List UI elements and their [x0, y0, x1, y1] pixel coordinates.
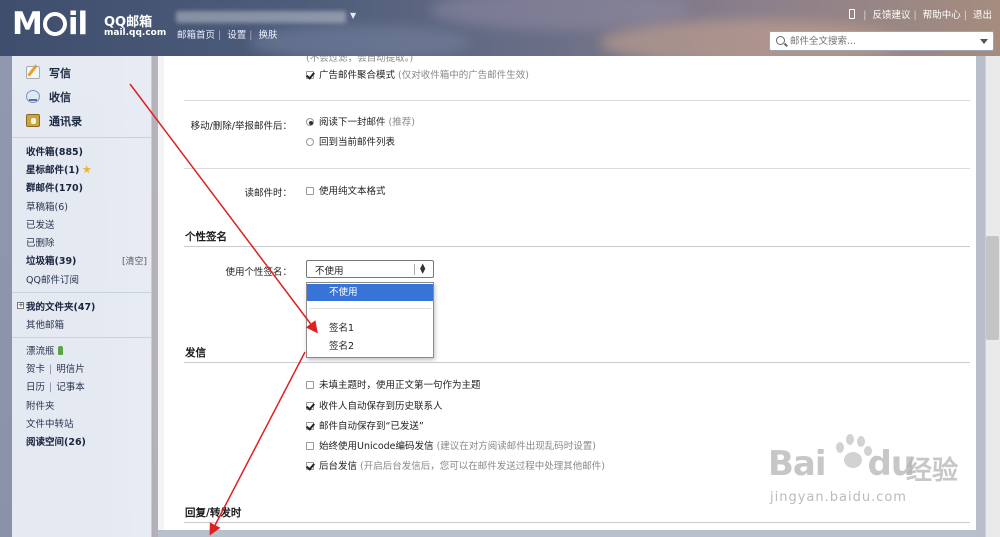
calendar-row: 日历 | 记事本 [26, 382, 85, 393]
nav-skin[interactable]: 换肤 [259, 30, 278, 41]
partial-hint: (不会过滤，会自动提取。) [306, 56, 414, 64]
baidu-watermark: Bai du 经验 jingyan.baidu.com [740, 430, 980, 520]
checkbox-subject[interactable] [306, 381, 314, 389]
radio-back-to-list[interactable] [306, 138, 314, 146]
logo-url: mail.qq.com [104, 28, 167, 38]
ad-merge-option[interactable]: 广告邮件聚合模式 (仅对收件箱中的广告邮件生效) [306, 67, 529, 81]
link-feedback[interactable]: 反馈建议 [872, 10, 910, 21]
checkbox-background[interactable] [306, 462, 314, 470]
signature-label: 使用个性签名： [225, 267, 292, 278]
watermark-bai: Bai du [768, 444, 915, 484]
signature-option-2[interactable]: 签名2 [307, 338, 433, 355]
folder-deleted[interactable]: 已删除 [26, 235, 55, 249]
read-mail-label: 读邮件时： [244, 188, 292, 199]
sidebar-divider [12, 137, 152, 138]
after-move-label: 移动/删除/举报邮件后： [190, 121, 292, 132]
link-logout[interactable]: 退出 [973, 10, 992, 21]
clear-spam-link[interactable]: [清空] [122, 254, 147, 267]
checkbox-unicode[interactable] [306, 442, 314, 450]
folder-spam[interactable]: 垃圾箱(39) [26, 253, 76, 267]
divider [184, 100, 970, 101]
header: Mil QQ邮箱 mail.qq.com ▼ 邮箱首页 | 设置 | 换肤 | 反馈… [0, 0, 1000, 56]
divider [184, 522, 970, 523]
reading-space[interactable]: 阅读空间(26) [26, 434, 86, 448]
postcard-link[interactable]: 明信片 [56, 364, 85, 375]
plain-text-option[interactable]: 使用纯文本格式 [306, 183, 386, 197]
search-icon [776, 36, 785, 45]
folder-qq-subscription[interactable]: QQ邮件订阅 [26, 272, 79, 286]
sidebar-divider [12, 337, 152, 338]
option-back-to-list[interactable]: 回到当前邮件列表 [306, 134, 395, 148]
inbox-button[interactable]: 收信 [26, 89, 71, 105]
star-icon [82, 165, 92, 174]
folder-inbox[interactable]: 收件箱(885) [26, 144, 83, 158]
nav-settings[interactable]: 设置 [227, 30, 246, 41]
contacts-button[interactable]: 通讯录 [26, 113, 82, 129]
checkbox-save-sent[interactable] [306, 422, 314, 430]
sidebar: 写信 收信 通讯录 收件箱(885) 星标邮件(1) 群邮件(170) 草稿箱(… [12, 56, 152, 537]
other-mailbox[interactable]: 其他邮箱 [26, 317, 64, 331]
signature-section-title: 个性签名 [185, 231, 227, 243]
file-transfer[interactable]: 文件中转站 [26, 416, 74, 430]
top-nav: 邮箱首页 | 设置 | 换肤 [177, 30, 278, 41]
search-input[interactable] [790, 34, 970, 48]
signature-option-none[interactable]: 不使用 [307, 284, 433, 301]
send-option-save-sent[interactable]: 邮件自动保存到“已发送” [306, 418, 424, 432]
logo[interactable]: Mil [12, 8, 88, 40]
account-caret-icon[interactable]: ▼ [350, 11, 356, 20]
greeting-card-row: 贺卡 | 明信片 [26, 364, 85, 375]
search-dropdown-icon[interactable] [980, 39, 988, 44]
phone-icon[interactable] [849, 9, 856, 19]
reply-section-title: 回复/转发时 [185, 507, 242, 519]
notes-link[interactable]: 记事本 [56, 382, 85, 393]
header-cloud [250, 25, 470, 56]
divider [184, 362, 970, 363]
folder-sent[interactable]: 已发送 [26, 217, 55, 231]
receive-icon [26, 90, 40, 103]
nav-mail-home[interactable]: 邮箱首页 [177, 30, 215, 41]
card-link[interactable]: 贺卡 [26, 364, 45, 375]
divider [184, 168, 970, 169]
signature-select[interactable]: 不使用 ▲ ▼ [306, 260, 434, 278]
compose-button[interactable]: 写信 [26, 65, 71, 81]
folder-starred[interactable]: 星标邮件(1) [26, 162, 92, 176]
folder-group[interactable]: 群邮件(170) [26, 180, 83, 194]
expand-folders-icon[interactable]: + [17, 302, 24, 309]
search-box[interactable] [769, 31, 994, 51]
send-option-unicode[interactable]: 始终使用Unicode编码发信 (建议在对方阅读邮件出现乱码时设置) [306, 438, 596, 452]
bottle-icon [57, 346, 63, 355]
sidebar-divider [12, 292, 152, 293]
send-option-subject[interactable]: 未填主题时，使用正文第一句作为主题 [306, 377, 481, 391]
top-links: | 反馈建议 | 帮助中心 | 退出 [849, 7, 992, 21]
send-option-save-contacts[interactable]: 收件人自动保存到历史联系人 [306, 398, 443, 412]
calendar-link[interactable]: 日历 [26, 382, 45, 393]
scrollbar-thumb[interactable] [986, 236, 999, 340]
signature-dropdown: 不使用 签名1 签名2 [306, 282, 434, 358]
ad-merge-checkbox[interactable] [306, 71, 314, 79]
folder-drafts[interactable]: 草稿箱(6) [26, 199, 68, 213]
my-folders[interactable]: 我的文件夹(47) [26, 299, 95, 313]
checkbox-save-contacts[interactable] [306, 402, 314, 410]
write-icon [26, 66, 40, 79]
watermark-url: jingyan.baidu.com [770, 490, 907, 505]
send-option-background[interactable]: 后台发信 (开启后台发信后，您可以在邮件发送过程中处理其他邮件) [306, 458, 605, 472]
signature-option-1[interactable]: 签名1 [307, 320, 433, 337]
option-read-next[interactable]: 阅读下一封邮件 (推荐) [306, 114, 415, 128]
address-book-icon [26, 114, 40, 127]
radio-read-next[interactable] [306, 118, 314, 126]
blurred-user-account[interactable] [176, 11, 346, 23]
watermark-jingyan: 经验 [906, 456, 959, 486]
divider [184, 246, 970, 247]
link-help[interactable]: 帮助中心 [923, 10, 961, 21]
logo-ring-icon [42, 12, 67, 36]
send-section-title: 发信 [185, 347, 206, 359]
bottom-bar [158, 530, 976, 537]
drift-bottle[interactable]: 漂流瓶 [26, 343, 63, 357]
select-arrows-icon: ▲ ▼ [420, 262, 426, 275]
plain-text-checkbox[interactable] [306, 187, 314, 195]
attachments-folder[interactable]: 附件夹 [26, 398, 55, 412]
